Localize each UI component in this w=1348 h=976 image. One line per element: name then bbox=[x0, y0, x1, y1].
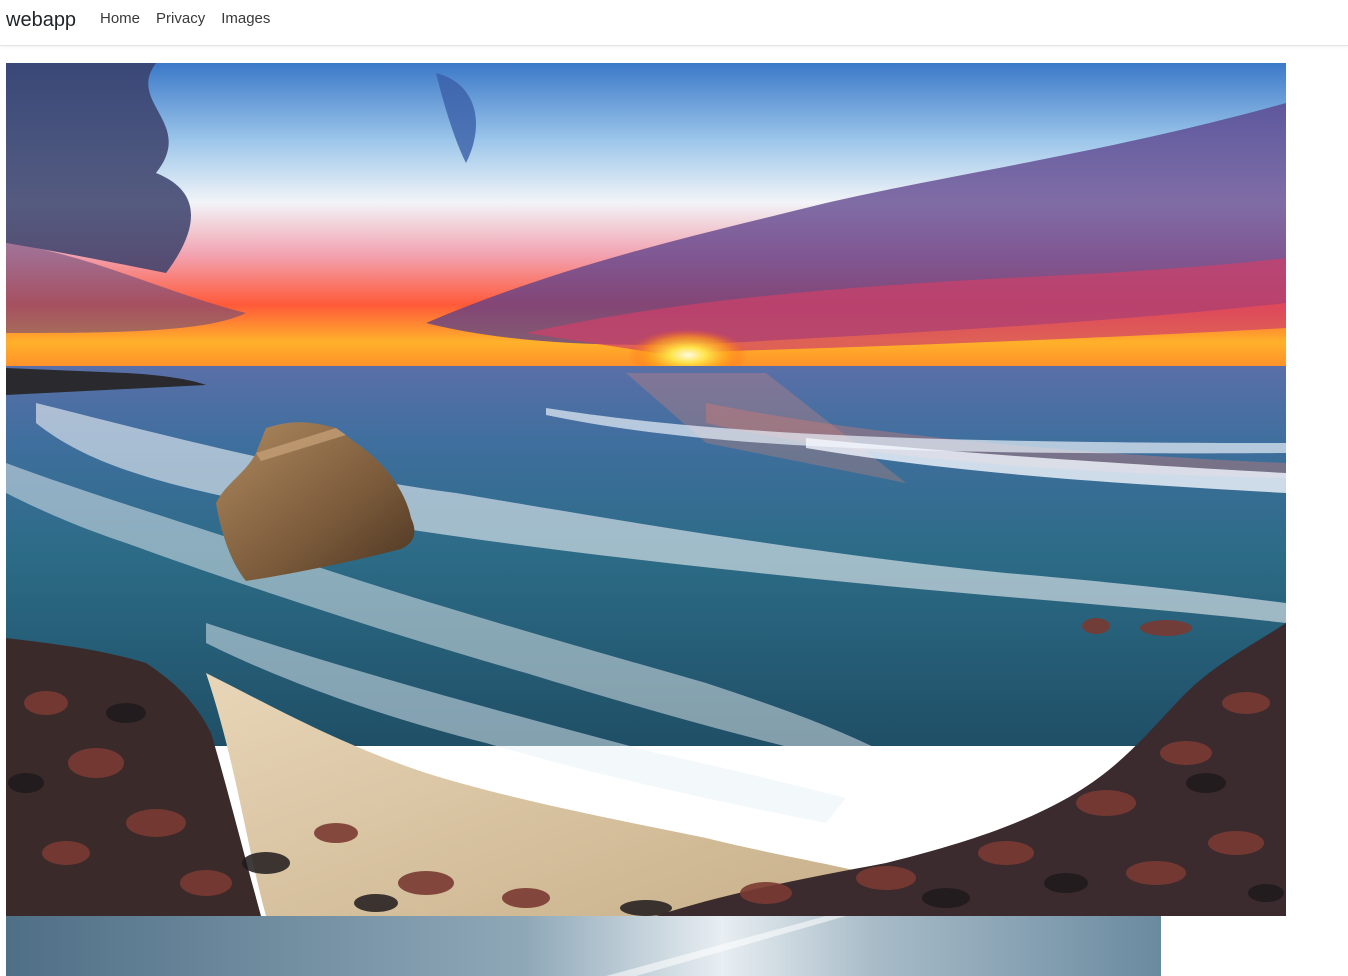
nav-link-images[interactable]: Images bbox=[213, 9, 278, 29]
nav-links: Home Privacy Images bbox=[100, 9, 278, 29]
top-navbar: webapp Home Privacy Images bbox=[0, 0, 1348, 46]
gallery-image-sunset-beach[interactable] bbox=[6, 63, 1286, 916]
brand-link[interactable]: webapp bbox=[6, 8, 76, 32]
nav-link-privacy[interactable]: Privacy bbox=[148, 9, 213, 29]
sunset-beach-illustration bbox=[6, 63, 1286, 916]
cloudy-sky-illustration bbox=[6, 916, 1161, 976]
nav-link-home[interactable]: Home bbox=[100, 9, 148, 29]
gallery-image-cloudy-sky[interactable] bbox=[6, 916, 1161, 976]
